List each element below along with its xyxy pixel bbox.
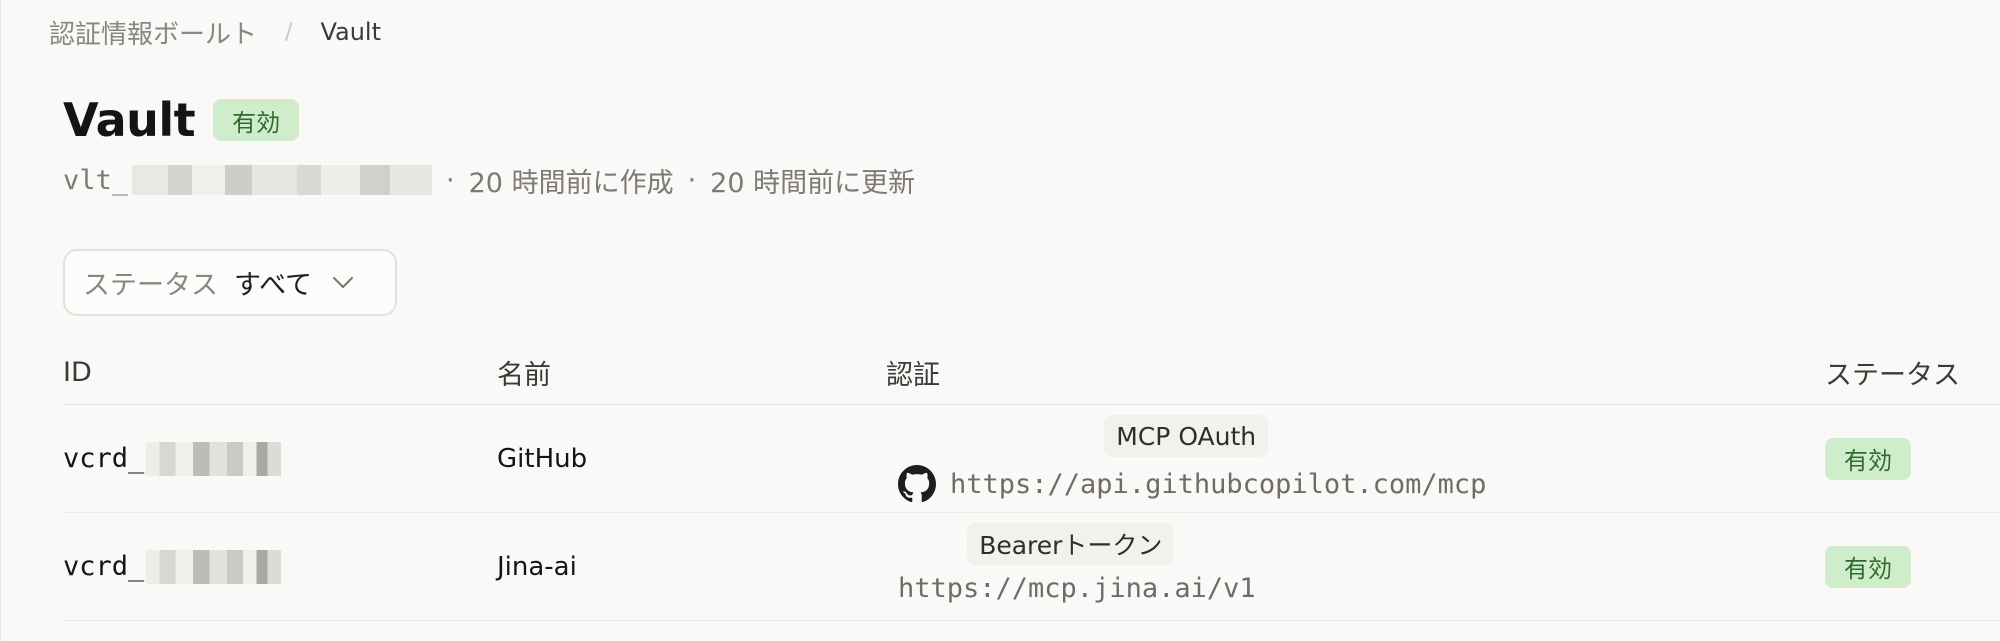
- table-header: ID 名前 認証 ステータス: [63, 340, 2000, 405]
- credential-id: vcrd_: [63, 513, 282, 620]
- credential-status: 有効: [1825, 405, 1911, 512]
- table-row[interactable]: vcrd_ Jina-ai Bearerトークン https://mcp.jin…: [63, 513, 2000, 621]
- status-filter-dropdown[interactable]: ステータス すべて: [63, 249, 397, 316]
- credential-id-prefix: vcrd_: [63, 443, 145, 474]
- page-header: Vault 有効: [63, 92, 300, 148]
- breadcrumb-separator: /: [285, 19, 293, 45]
- credential-auth: Bearerトークン https://mcp.jina.ai/v1: [886, 523, 1256, 604]
- vault-id-redacted: [132, 165, 433, 195]
- status-filter-value: すべて: [234, 270, 313, 301]
- credential-auth: MCP OAuth https://api.githubcopilot.com/…: [886, 415, 1486, 503]
- breadcrumb-current: Vault: [320, 18, 381, 46]
- page-title: Vault: [63, 93, 196, 147]
- credentials-table: ID 名前 認証 ステータス vcrd_ GitHub MCP OAuth ht…: [63, 340, 2000, 621]
- credential-status: 有効: [1825, 513, 1911, 620]
- column-header-status: ステータス: [1825, 359, 1960, 391]
- column-header-auth: 認証: [886, 359, 940, 391]
- credential-name: GitHub: [497, 443, 588, 474]
- auth-url: https://mcp.jina.ai/v1: [898, 573, 1256, 604]
- status-badge: 有効: [1825, 437, 1911, 480]
- auth-url: https://api.githubcopilot.com/mcp: [950, 468, 1487, 500]
- auth-type-tag: MCP OAuth: [1104, 415, 1269, 457]
- credential-id-redacted: [146, 441, 282, 476]
- breadcrumb-parent-link[interactable]: 認証情報ボールト: [49, 14, 257, 51]
- auth-endpoint: https://api.githubcopilot.com/mcp: [898, 465, 1486, 503]
- vault-id-prefix: vlt_: [63, 164, 129, 196]
- meta-separator: ·: [446, 164, 455, 196]
- credential-id-prefix: vcrd_: [63, 551, 145, 582]
- auth-type-tag: Bearerトークン: [967, 523, 1175, 565]
- auth-endpoint: https://mcp.jina.ai/v1: [898, 573, 1256, 604]
- credential-id-redacted: [146, 549, 282, 584]
- chevron-down-icon: [332, 272, 354, 294]
- meta-separator: ·: [687, 164, 697, 196]
- credential-name: Jina-ai: [497, 551, 577, 582]
- status-badge: 有効: [213, 99, 300, 141]
- updated-time: 20 時間前に更新: [710, 167, 916, 199]
- status-filter-label: ステータス: [83, 270, 218, 301]
- credential-id: vcrd_: [63, 405, 282, 512]
- table-row[interactable]: vcrd_ GitHub MCP OAuth https://api.githu…: [63, 405, 2000, 513]
- vault-meta: vlt_ · 20 時間前に作成 · 20 時間前に更新: [63, 160, 915, 200]
- github-icon: [898, 465, 936, 503]
- status-badge: 有効: [1825, 545, 1911, 588]
- column-header-id: ID: [63, 356, 92, 388]
- created-time: 20 時間前に作成: [468, 167, 674, 199]
- column-header-name: 名前: [497, 359, 551, 391]
- breadcrumb: 認証情報ボールト / Vault: [49, 14, 381, 50]
